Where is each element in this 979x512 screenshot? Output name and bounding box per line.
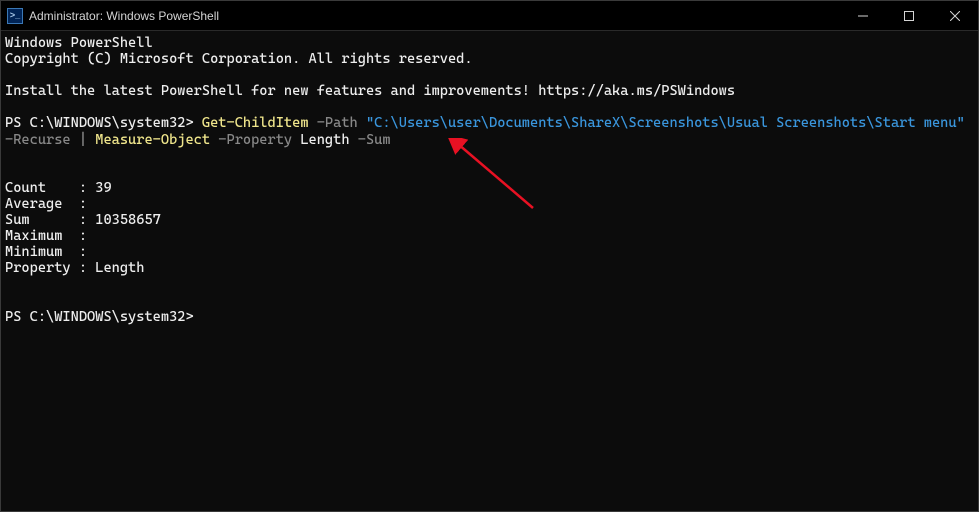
output-row: Property : Length xyxy=(5,260,144,276)
powershell-window: >_ Administrator: Windows PowerShell Win… xyxy=(0,0,979,512)
pipe-operator: | xyxy=(71,132,96,148)
window-controls xyxy=(840,1,978,30)
banner-line2: Copyright (C) Microsoft Corporation. All… xyxy=(5,51,473,67)
arg-length: Length xyxy=(300,132,349,148)
powershell-icon-glyph: >_ xyxy=(10,11,20,20)
path-string: "C:\Users\user\Documents\ShareX\Screensh… xyxy=(366,115,965,131)
cmdlet-measureobject: Measure-Object xyxy=(95,132,210,148)
param-path: -Path xyxy=(309,115,366,131)
powershell-icon: >_ xyxy=(7,8,23,24)
titlebar[interactable]: >_ Administrator: Windows PowerShell xyxy=(1,1,978,31)
terminal-body[interactable]: Windows PowerShell Copyright (C) Microso… xyxy=(1,31,978,511)
window-title: Administrator: Windows PowerShell xyxy=(29,9,219,23)
output-row: Sum : 10358657 xyxy=(5,212,161,228)
param-property: -Property xyxy=(210,132,300,148)
param-sum: -Sum xyxy=(350,132,391,148)
close-button[interactable] xyxy=(932,1,978,30)
output-table: Count : 39 Average : Sum : 10358657 Maxi… xyxy=(5,180,161,276)
minimize-button[interactable] xyxy=(840,1,886,30)
output-row: Maximum : xyxy=(5,228,87,244)
title-left: >_ Administrator: Windows PowerShell xyxy=(1,8,840,24)
close-icon xyxy=(950,11,960,21)
param-recurse-seg2: ecurse xyxy=(21,132,70,148)
cmdlet-getchilditem: Get-ChildItem xyxy=(202,115,309,131)
banner-line3: Install the latest PowerShell for new fe… xyxy=(5,83,735,99)
output-row: Average : xyxy=(5,196,87,212)
output-row: Count : 39 xyxy=(5,180,112,196)
banner-line1: Windows PowerShell xyxy=(5,35,153,51)
annotation-arrow xyxy=(448,138,538,213)
minimize-icon xyxy=(858,11,868,21)
maximize-button[interactable] xyxy=(886,1,932,30)
prompt-2: PS C:\WINDOWS\system32> xyxy=(5,309,202,325)
maximize-icon xyxy=(904,11,914,21)
output-row: Minimum : xyxy=(5,244,87,260)
prompt-1: PS C:\WINDOWS\system32> xyxy=(5,115,202,131)
